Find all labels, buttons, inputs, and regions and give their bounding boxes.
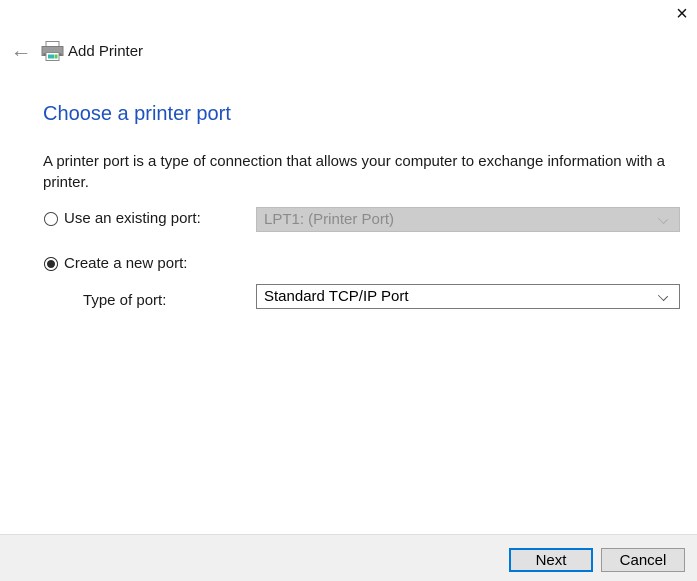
next-button[interactable]: Next	[509, 548, 593, 572]
radio-circle-unchecked[interactable]	[44, 212, 58, 226]
page-title: Add Printer	[68, 43, 143, 60]
type-of-port-label: Type of port:	[83, 292, 166, 309]
chevron-down-icon	[658, 214, 668, 224]
close-icon[interactable]: ×	[670, 2, 694, 26]
dialog-footer: Next Cancel	[0, 534, 697, 581]
printer-icon	[41, 41, 64, 62]
wizard-description: A printer port is a type of connection t…	[43, 151, 693, 193]
radio-label: Create a new port:	[64, 255, 187, 272]
radio-circle-checked[interactable]	[44, 257, 58, 271]
port-type-dropdown[interactable]: Standard TCP/IP Port	[256, 284, 680, 309]
radio-use-existing-port[interactable]: Use an existing port:	[44, 210, 201, 227]
wizard-heading: Choose a printer port	[43, 103, 231, 126]
chevron-down-icon	[658, 291, 668, 301]
existing-port-dropdown-value: LPT1: (Printer Port)	[264, 211, 394, 228]
radio-label: Use an existing port:	[64, 210, 201, 227]
existing-port-dropdown: LPT1: (Printer Port)	[256, 207, 680, 232]
back-arrow-icon[interactable]: ←	[8, 39, 34, 63]
add-printer-dialog: × ← Add Printer Choose a printer port A …	[0, 0, 697, 581]
radio-create-new-port[interactable]: Create a new port:	[44, 255, 187, 272]
port-type-dropdown-value: Standard TCP/IP Port	[264, 288, 409, 305]
cancel-button[interactable]: Cancel	[601, 548, 685, 572]
